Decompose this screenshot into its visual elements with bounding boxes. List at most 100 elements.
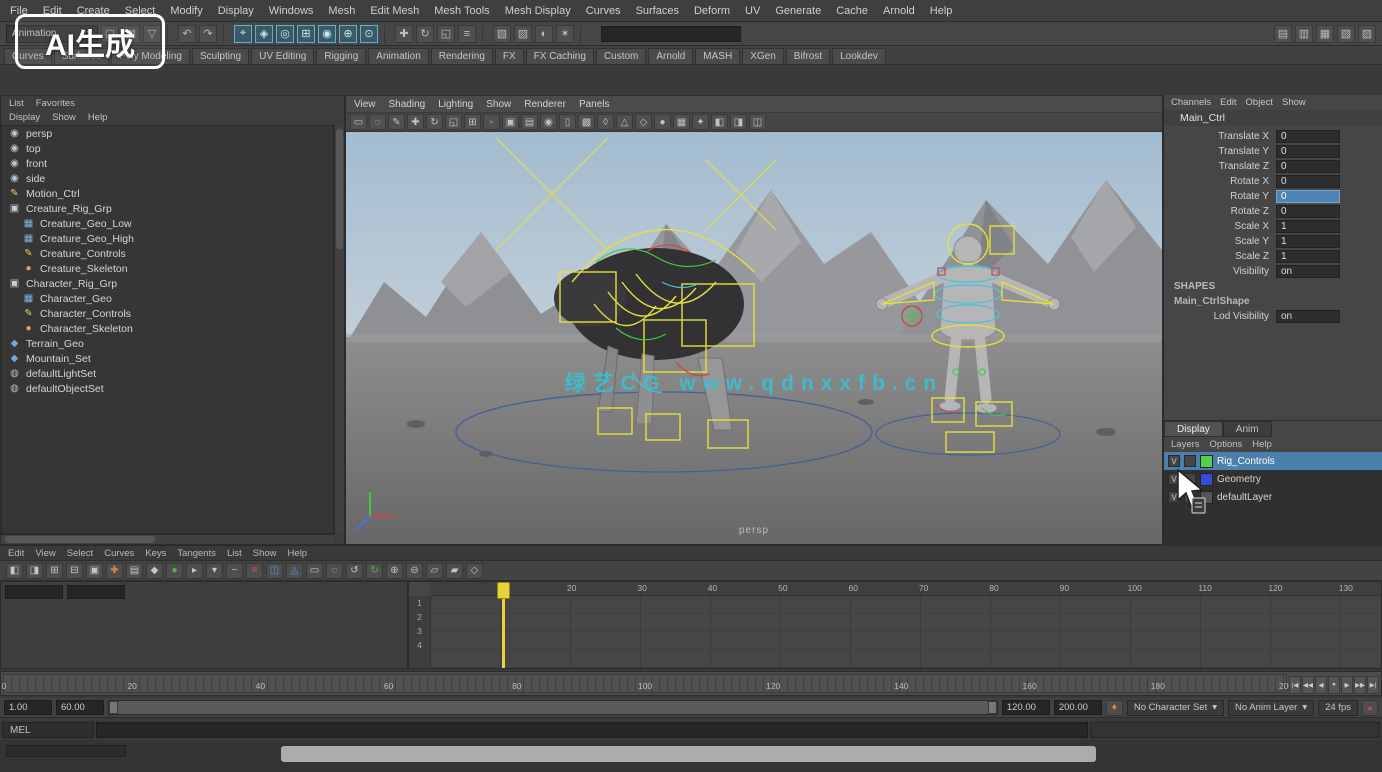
outliner-item[interactable]: ◉side bbox=[2, 171, 333, 186]
anim-tool-icon[interactable]: ▱ bbox=[426, 563, 443, 579]
auto-keyframe-toggle[interactable]: ● bbox=[1362, 700, 1378, 716]
fps-selector[interactable]: 24 fps bbox=[1318, 700, 1358, 716]
playback-end-field[interactable]: 120.00 bbox=[1002, 700, 1050, 715]
anim-tool-icon[interactable]: ≡ bbox=[246, 563, 263, 579]
command-line-mode-toggle[interactable]: MEL bbox=[2, 722, 94, 738]
anim-tool-icon[interactable]: ◬ bbox=[286, 563, 303, 579]
viewport-menu-item[interactable]: View bbox=[354, 99, 376, 110]
snap-curve-icon[interactable]: ◈ bbox=[255, 25, 273, 43]
outliner-vertical-scrollbar[interactable] bbox=[334, 125, 344, 534]
menu-item[interactable]: Edit Mesh bbox=[370, 5, 419, 17]
anim-tool-icon[interactable]: ▤ bbox=[126, 563, 143, 579]
outliner-item[interactable]: ◉front bbox=[2, 156, 333, 171]
menu-item[interactable]: Windows bbox=[269, 5, 314, 17]
resolution-gate-icon[interactable]: ▩ bbox=[578, 114, 595, 130]
ao-icon[interactable]: ◨ bbox=[730, 114, 747, 130]
outliner-item[interactable]: ▣Character_Rig_Grp bbox=[2, 276, 333, 291]
layer-editor-tab[interactable]: Display bbox=[1164, 421, 1223, 437]
anim-tool-icon[interactable]: ◆ bbox=[146, 563, 163, 579]
viewport-canvas[interactable]: 绿艺CG www.qdnxxfb.cn persp bbox=[346, 132, 1162, 544]
rotate-tool-icon[interactable]: ↻ bbox=[426, 114, 443, 130]
anim-tool-icon[interactable]: ▰ bbox=[446, 563, 463, 579]
anim-tool-icon[interactable]: ▸ bbox=[186, 563, 203, 579]
sidebar-tool-settings-icon[interactable]: ▥ bbox=[1295, 25, 1313, 43]
range-end-handle[interactable] bbox=[988, 701, 997, 714]
menu-item[interactable]: Curves bbox=[586, 5, 621, 17]
anim-tool-icon[interactable]: ◫ bbox=[266, 563, 283, 579]
dope-sheet-timeline[interactable]: 102030405060708090100110120130 1234 bbox=[408, 581, 1382, 669]
anim-tool-icon[interactable]: ✚ bbox=[106, 563, 123, 579]
shelf-tab[interactable]: Bifrost bbox=[786, 48, 830, 64]
wireframe-icon[interactable]: ◇ bbox=[635, 114, 652, 130]
layer-playback-toggle[interactable] bbox=[1184, 455, 1196, 467]
ipr-render-icon[interactable]: ▨ bbox=[514, 25, 532, 43]
rebuild-icon[interactable]: ↻ bbox=[416, 25, 434, 43]
channel-value-field[interactable]: 0 bbox=[1276, 130, 1340, 143]
menu-item[interactable]: Surfaces bbox=[636, 5, 679, 17]
transport-button[interactable]: ◀◀ bbox=[1302, 676, 1314, 694]
shelf-tab[interactable]: FX Caching bbox=[526, 48, 594, 64]
quick-selection-field[interactable] bbox=[601, 26, 741, 42]
anim-tool-icon[interactable]: ◨ bbox=[26, 563, 43, 579]
outliner-item[interactable]: ▣Creature_Rig_Grp bbox=[2, 201, 333, 216]
select-tool-icon[interactable]: ▭ bbox=[350, 114, 367, 130]
viewport-menu-item[interactable]: Lighting bbox=[438, 99, 473, 110]
safe-action-icon[interactable]: △ bbox=[616, 114, 633, 130]
menu-item[interactable]: UV bbox=[745, 5, 760, 17]
channel-box-object-name[interactable]: Main_Ctrl bbox=[1164, 110, 1382, 126]
anim-tool-icon[interactable]: ⊖ bbox=[406, 563, 423, 579]
channel-value-field[interactable]: 1 bbox=[1276, 220, 1340, 233]
selection-mask-icon[interactable]: ◱ bbox=[437, 25, 455, 43]
set-key-icon[interactable]: ♦ bbox=[1106, 700, 1123, 716]
outliner-menu-item[interactable]: Help bbox=[88, 112, 108, 123]
menu-item[interactable]: Mesh bbox=[328, 5, 355, 17]
outliner-item[interactable]: ✎Motion_Ctrl bbox=[2, 186, 333, 201]
film-gate-icon[interactable]: ▯ bbox=[559, 114, 576, 130]
layer-editor-tab[interactable]: Anim bbox=[1223, 421, 1272, 437]
anim-tool-icon[interactable]: ▾ bbox=[206, 563, 223, 579]
isolate-select-icon[interactable]: ▣ bbox=[502, 114, 519, 130]
shaded-icon[interactable]: ● bbox=[654, 114, 671, 130]
anim-menu-item[interactable]: Edit bbox=[8, 548, 24, 559]
channel-value-field[interactable]: on bbox=[1276, 265, 1340, 278]
input-ops-icon[interactable]: ≡ bbox=[458, 25, 476, 43]
current-time-marker[interactable] bbox=[502, 582, 505, 668]
anim-tool-icon[interactable]: ~ bbox=[226, 563, 243, 579]
outliner-item[interactable]: ◍defaultLightSet bbox=[2, 366, 333, 381]
anim-tool-icon[interactable]: ● bbox=[166, 563, 183, 579]
grid-snap-icon[interactable]: ⊞ bbox=[464, 114, 481, 130]
shelf-tab[interactable]: XGen bbox=[742, 48, 784, 64]
anim-menu-item[interactable]: Select bbox=[67, 548, 93, 559]
anim-menu-item[interactable]: Show bbox=[253, 548, 277, 559]
outliner-item[interactable]: ✎Character_Controls bbox=[2, 306, 333, 321]
viewport-menu-item[interactable]: Shading bbox=[389, 99, 426, 110]
menu-item[interactable]: Mesh Display bbox=[505, 5, 571, 17]
shelf-tab[interactable]: Arnold bbox=[648, 48, 693, 64]
hypershade-icon[interactable]: ✶ bbox=[556, 25, 574, 43]
render-icon[interactable]: ▧ bbox=[493, 25, 511, 43]
shelf-tab[interactable]: Lookdev bbox=[832, 48, 886, 64]
outliner-item[interactable]: ●Creature_Skeleton bbox=[2, 261, 333, 276]
outliner-item[interactable]: ◆Terrain_Geo bbox=[2, 336, 333, 351]
snap-grid-icon[interactable]: ⌖ bbox=[234, 25, 252, 43]
dope-ruler[interactable]: 102030405060708090100110120130 bbox=[431, 582, 1381, 596]
anim-tool-icon[interactable]: ↺ bbox=[346, 563, 363, 579]
shelf-tab[interactable]: Animation bbox=[368, 48, 428, 64]
menu-item[interactable]: Deform bbox=[694, 5, 730, 17]
transport-button[interactable]: ▶ bbox=[1341, 676, 1353, 694]
outliner-item[interactable]: ●Character_Skeleton bbox=[2, 321, 333, 336]
anim-layer-selector[interactable]: No Anim Layer ▾ bbox=[1228, 700, 1314, 716]
progress-bar[interactable] bbox=[281, 746, 1096, 762]
outliner-item[interactable]: ◆Mountain_Set bbox=[2, 351, 333, 366]
undo-icon[interactable]: ↶ bbox=[178, 25, 196, 43]
channel-value-field[interactable]: 0 bbox=[1276, 175, 1340, 188]
sidebar-attr-editor-icon[interactable]: ▤ bbox=[1274, 25, 1292, 43]
dope-stat-field-1[interactable] bbox=[5, 585, 63, 599]
range-start-handle[interactable] bbox=[109, 701, 118, 714]
sidebar-channel-box-icon[interactable]: ▦ bbox=[1316, 25, 1334, 43]
render-settings-icon[interactable]: ◐ bbox=[535, 25, 553, 43]
channel-value-field[interactable]: on bbox=[1276, 310, 1340, 323]
layer-color-swatch[interactable] bbox=[1200, 455, 1213, 468]
shelf-tab[interactable]: UV Editing bbox=[251, 48, 314, 64]
menu-item[interactable]: Mesh Tools bbox=[434, 5, 489, 17]
